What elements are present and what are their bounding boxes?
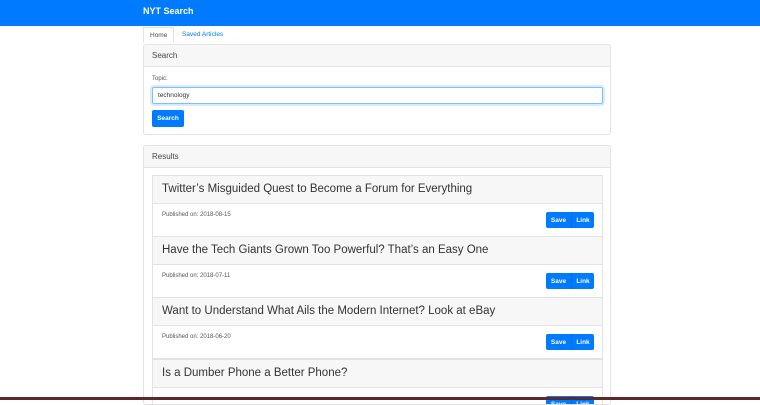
article-title: Is a Dumber Phone a Better Phone? xyxy=(153,360,602,388)
topic-label: Topic: xyxy=(152,76,168,82)
article-published-date: Published on: 2018-07-11 xyxy=(162,273,231,279)
save-article-button[interactable]: Save xyxy=(546,273,571,289)
article-link-button[interactable]: Link xyxy=(571,273,594,289)
article-link-button[interactable]: Link xyxy=(571,334,594,350)
results-card: Results Twitter’s Misguided Quest to Bec… xyxy=(143,145,611,405)
save-article-button[interactable]: Save xyxy=(546,212,571,228)
app-title[interactable]: NYT Search xyxy=(143,6,194,16)
article-item: Want to Understand What Ails the Modern … xyxy=(152,297,603,359)
results-card-header: Results xyxy=(144,146,610,168)
article-item: Have the Tech Giants Grown Too Powerful?… xyxy=(152,236,603,298)
article-title: Have the Tech Giants Grown Too Powerful?… xyxy=(153,237,602,265)
article-link-button[interactable]: Link xyxy=(571,212,594,228)
article-title: Twitter’s Misguided Quest to Become a Fo… xyxy=(153,176,602,204)
nav-tabs: Home Saved Articles xyxy=(143,27,611,44)
search-card: Search Topic: Search xyxy=(143,44,611,135)
topic-input[interactable] xyxy=(152,87,603,104)
navbar: NYT Search xyxy=(0,0,760,26)
article-title: Want to Understand What Ails the Modern … xyxy=(153,298,602,326)
search-card-header: Search xyxy=(144,45,610,67)
article-item: Twitter’s Misguided Quest to Become a Fo… xyxy=(152,175,603,237)
tab-saved-articles[interactable]: Saved Articles xyxy=(176,27,229,43)
search-button[interactable]: Search xyxy=(152,110,184,127)
tab-home[interactable]: Home xyxy=(143,27,175,43)
save-article-button[interactable]: Save xyxy=(546,334,571,350)
article-published-date: Published on: 2018-06-20 xyxy=(162,334,231,340)
article-published-date: Published on: 2018-08-15 xyxy=(162,212,231,218)
